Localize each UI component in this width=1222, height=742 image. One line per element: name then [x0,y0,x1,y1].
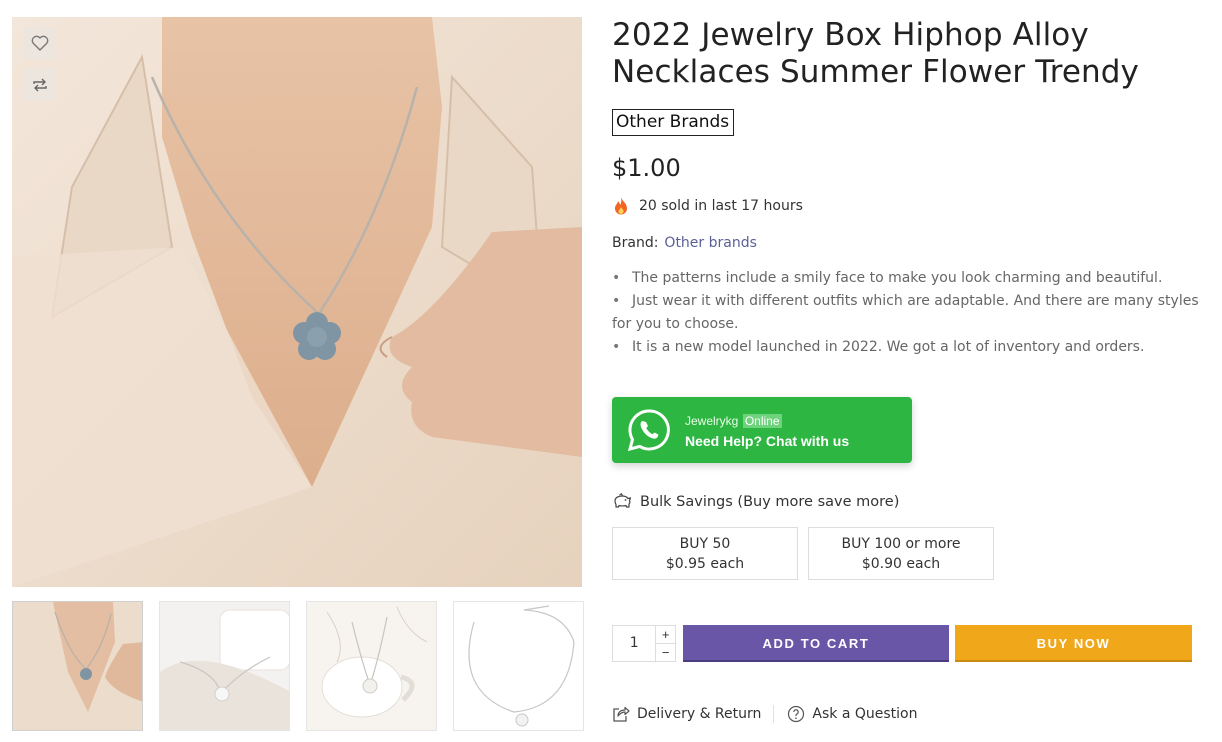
product-info: 2022 Jewelry Box Hiphop Alloy Necklaces … [612,17,1212,723]
compare-arrows-icon [33,78,47,92]
feature-item: The patterns include a smily face to mak… [612,267,1212,290]
quantity-steps: + − [655,626,675,661]
fire-icon [615,197,627,215]
quantity-decrease-button[interactable]: − [656,644,675,661]
brand-label: Brand: [612,235,659,251]
quantity-input[interactable]: 1 [613,626,655,661]
main-product-image[interactable] [12,17,582,587]
ask-question-label: Ask a Question [812,706,918,722]
whatsapp-agent-name: Jewelrykg [685,413,739,428]
share-box-icon [613,706,630,722]
product-title: 2022 Jewelry Box Hiphop Alloy Necklaces … [612,17,1140,90]
quantity-stepper: 1 + − [612,625,676,662]
thumbnail-image [454,602,583,730]
sold-text: 20 sold in last 17 hours [639,198,803,214]
thumbnail-image [13,602,142,730]
thumbnail-necklace-on-box[interactable] [159,601,290,731]
links-divider [773,705,775,723]
product-price: $1.00 [612,154,681,182]
piggy-bank-icon [614,493,632,508]
feature-item: Just wear it with different outfits whic… [612,290,1212,336]
heart-icon [31,35,49,51]
quantity-increase-button[interactable]: + [656,626,675,644]
bulk-tier-100[interactable]: BUY 100 or more $0.90 each [808,527,994,580]
bulk-savings-text: Bulk Savings (Buy more save more) [640,494,900,510]
buy-now-button[interactable]: BUY NOW [955,625,1192,662]
wishlist-button[interactable] [24,27,56,59]
thumbnail-image [307,602,436,730]
vendor-badge[interactable]: Other Brands [612,109,735,136]
bulk-tier-50[interactable]: BUY 50 $0.95 each [612,527,798,580]
thumbnail-necklace-worn[interactable] [12,601,143,731]
feature-list: The patterns include a smily face to mak… [612,267,1212,359]
thumbnail-necklace-on-cup[interactable] [306,601,437,731]
delivery-return-label: Delivery & Return [637,706,762,722]
whatsapp-chat-button[interactable]: Jewelrykg Online Need Help? Chat with us [612,397,912,463]
feature-item: It is a new model launched in 2022. We g… [612,336,1212,359]
thumbnail-strip [12,601,584,731]
extra-links: Delivery & Return Ask a Question [612,705,917,723]
whatsapp-cta: Need Help? Chat with us [685,432,850,449]
tier-price: $0.95 each [665,556,745,572]
tier-quantity: BUY 50 [679,536,731,552]
online-status-badge: Online [742,413,782,428]
ask-question-link[interactable]: Ask a Question [787,705,917,723]
bulk-savings-heading: Bulk Savings (Buy more save more) [612,493,899,511]
brand-link[interactable]: Other brands [664,235,756,251]
question-circle-icon [788,705,805,723]
tier-quantity: BUY 100 or more [841,536,961,552]
tier-price: $0.90 each [861,556,941,572]
thumbnail-image [160,602,289,730]
brand-row: Brand: Other brands [612,235,1212,251]
thumbnail-necklace-flat[interactable] [453,601,584,731]
compare-button[interactable] [24,69,56,101]
add-to-cart-button[interactable]: ADD TO CART [683,625,949,662]
whatsapp-agent: Jewelrykg Online [685,412,849,430]
delivery-return-link[interactable]: Delivery & Return [612,705,761,723]
sold-counter: 20 sold in last 17 hours [612,196,1212,216]
product-photo [12,17,582,587]
whatsapp-icon [627,409,670,452]
